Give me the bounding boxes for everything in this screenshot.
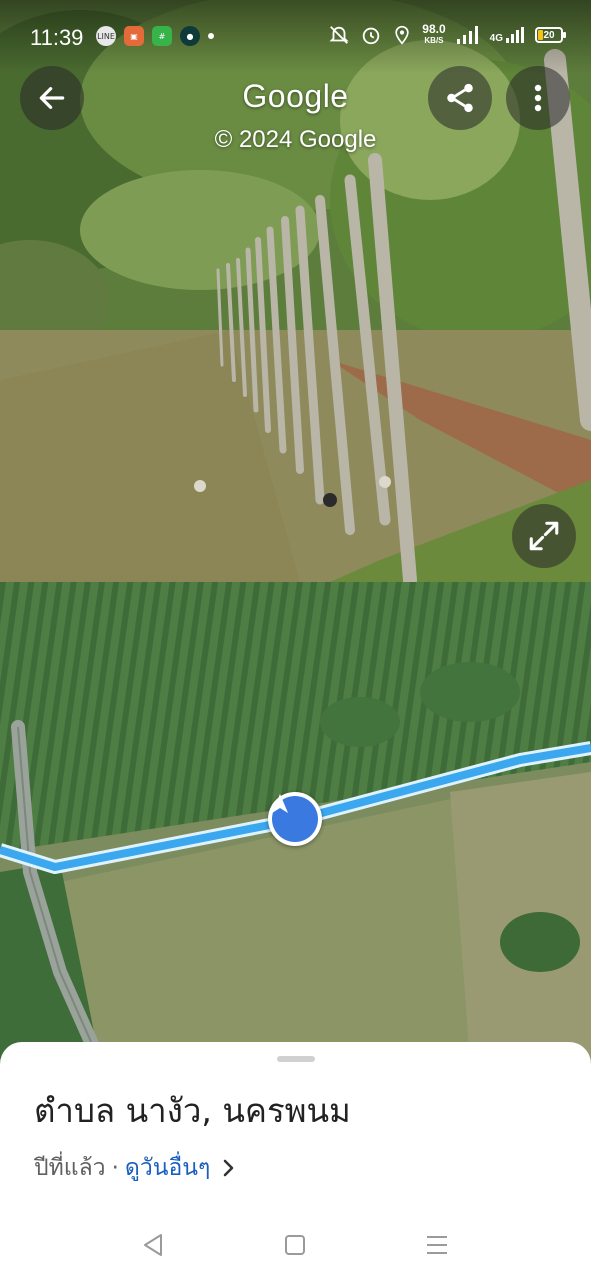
share-button[interactable]: [428, 66, 492, 130]
more-notifications-dot: [208, 33, 214, 39]
battery-level: 20: [543, 29, 555, 41]
signal-icon: [456, 26, 478, 44]
battery-indicator: 20: [535, 27, 566, 43]
menu-lines-icon: [427, 1236, 447, 1254]
see-other-dates-link[interactable]: ดูวันอื่นๆ: [125, 1150, 210, 1186]
system-home-button[interactable]: [280, 1230, 310, 1260]
location-icon: [395, 25, 409, 45]
date-separator: ·: [111, 1155, 119, 1181]
status-bar: 11:39 LINE ▣ # ● 98.0 KB/S 4G 20: [0, 0, 591, 74]
game-icon: ▣: [124, 26, 144, 46]
signal-4g: 4G: [490, 26, 525, 44]
navigation-arrow-icon: [272, 794, 288, 813]
system-navigation-bar: [0, 1210, 591, 1280]
share-icon: [447, 83, 473, 113]
satellite-map[interactable]: [0, 582, 591, 1062]
calculator-icon: #: [152, 26, 172, 46]
expand-icon: [529, 521, 559, 551]
place-title: ตำบล นางัว, นครพนม: [34, 1091, 351, 1130]
google-title: Google: [242, 78, 349, 114]
drag-handle[interactable]: [277, 1056, 315, 1062]
capture-date: ปีที่แล้ว: [34, 1155, 106, 1181]
expand-button[interactable]: [512, 504, 576, 568]
chat-icon: ●: [180, 26, 200, 46]
network-speed-unit: KB/S: [424, 36, 444, 45]
system-back-button[interactable]: [138, 1230, 168, 1260]
signal-label: 4G: [489, 33, 503, 44]
square-home-icon: [285, 1235, 305, 1255]
network-speed-value: 98.0: [422, 22, 446, 36]
position-marker-inner: [272, 794, 318, 842]
more-vert-icon: [534, 84, 542, 112]
position-marker[interactable]: [268, 792, 322, 846]
chevron-right-icon[interactable]: [222, 1158, 236, 1178]
more-options-button[interactable]: [506, 66, 570, 130]
mute-icon: [329, 26, 349, 44]
battery-fill: [538, 30, 543, 40]
alarm-icon: [363, 27, 380, 45]
line-icon: LINE: [96, 26, 116, 46]
network-speed: 98.0 KB/S: [422, 22, 446, 46]
date-row: ปีที่แล้ว · ดูวันอื่นๆ: [34, 1150, 236, 1186]
system-menu-button[interactable]: [422, 1230, 452, 1260]
copyright-text: © 2024 Google: [214, 126, 377, 153]
status-app-icons: LINE ▣ # ●: [96, 26, 214, 46]
signal-4g-bars-icon: [506, 27, 524, 43]
status-time: 11:39: [30, 25, 84, 50]
triangle-back-icon: [144, 1234, 162, 1256]
status-indicators: 98.0 KB/S 4G 20: [328, 22, 566, 46]
